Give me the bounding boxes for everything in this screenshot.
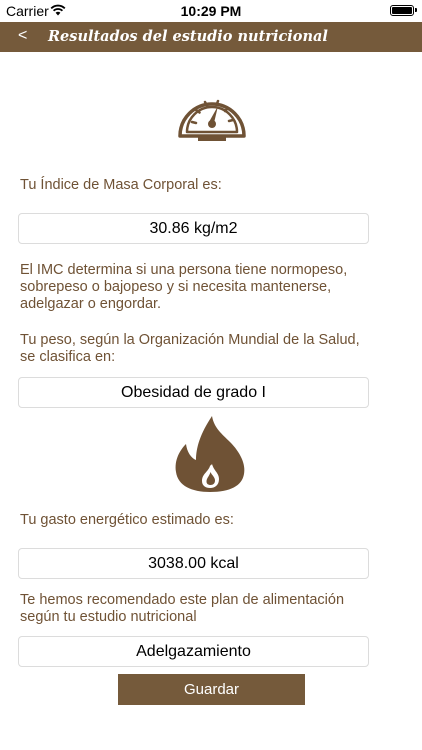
imc-description: El IMC determina si una persona tiene no…: [20, 262, 348, 312]
energy-label: Tu gasto energético estimado es:: [20, 512, 234, 528]
plan-value-field: Adelgazamiento: [18, 636, 369, 667]
flame-icon: [175, 416, 245, 492]
navigation-bar: < Resultados del estudio nutricional: [0, 22, 422, 52]
clock: 10:29 PM: [180, 3, 242, 19]
speedometer-icon: [178, 99, 246, 141]
classification-value-field: Obesidad de grado I: [18, 377, 369, 408]
page-title: Resultados del estudio nutricional: [48, 28, 328, 45]
plan-label: Te hemos recomendado este plan de alimen…: [20, 592, 345, 625]
back-button[interactable]: <: [18, 27, 27, 45]
classification-label: Tu peso, según la Organización Mundial d…: [20, 332, 360, 365]
imc-label: Tu Índice de Masa Corporal es:: [20, 177, 222, 193]
status-bar: Carrier 10:29 PM: [0, 0, 422, 22]
energy-value-field: 3038.00 kcal: [18, 548, 369, 579]
save-button[interactable]: Guardar: [118, 674, 305, 705]
imc-value-field: 30.86 kg/m2: [18, 213, 369, 244]
battery-icon: [390, 5, 417, 16]
